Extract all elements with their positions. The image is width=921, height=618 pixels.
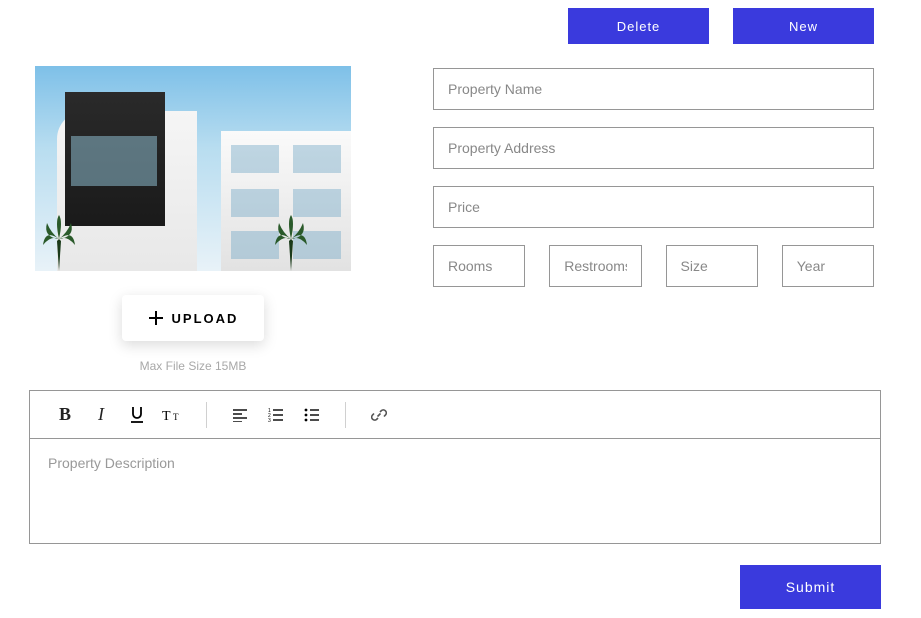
bulleted-list-icon[interactable]	[295, 398, 329, 432]
toolbar-separator	[206, 402, 207, 428]
link-icon[interactable]	[362, 398, 396, 432]
submit-button[interactable]: Submit	[740, 565, 881, 609]
text-size-icon[interactable]: TT	[156, 398, 190, 432]
new-button[interactable]: New	[733, 8, 874, 44]
upload-label: UPLOAD	[172, 311, 239, 326]
property-address-field[interactable]	[433, 127, 874, 169]
svg-text:T: T	[162, 409, 171, 423]
plus-icon	[148, 310, 164, 326]
year-field[interactable]	[782, 245, 874, 287]
size-field[interactable]	[666, 245, 758, 287]
numbered-list-icon[interactable]: 123	[259, 398, 293, 432]
rooms-field[interactable]	[433, 245, 525, 287]
property-name-field[interactable]	[433, 68, 874, 110]
align-left-icon[interactable]	[223, 398, 257, 432]
bold-icon[interactable]: B	[48, 398, 82, 432]
restrooms-field[interactable]	[549, 245, 641, 287]
price-field[interactable]	[433, 186, 874, 228]
toolbar-separator	[345, 402, 346, 428]
upload-hint: Max File Size 15MB	[140, 359, 247, 373]
description-editor: B I TT 123 Property Description	[29, 390, 881, 544]
description-textarea[interactable]: Property Description	[30, 439, 880, 543]
editor-toolbar: B I TT 123	[30, 391, 880, 439]
underline-icon[interactable]	[120, 398, 154, 432]
upload-button[interactable]: UPLOAD	[122, 295, 265, 341]
italic-icon[interactable]: I	[84, 398, 118, 432]
svg-text:3: 3	[268, 418, 271, 422]
property-image	[35, 66, 351, 271]
delete-button[interactable]: Delete	[568, 8, 709, 44]
svg-text:T: T	[173, 412, 179, 422]
